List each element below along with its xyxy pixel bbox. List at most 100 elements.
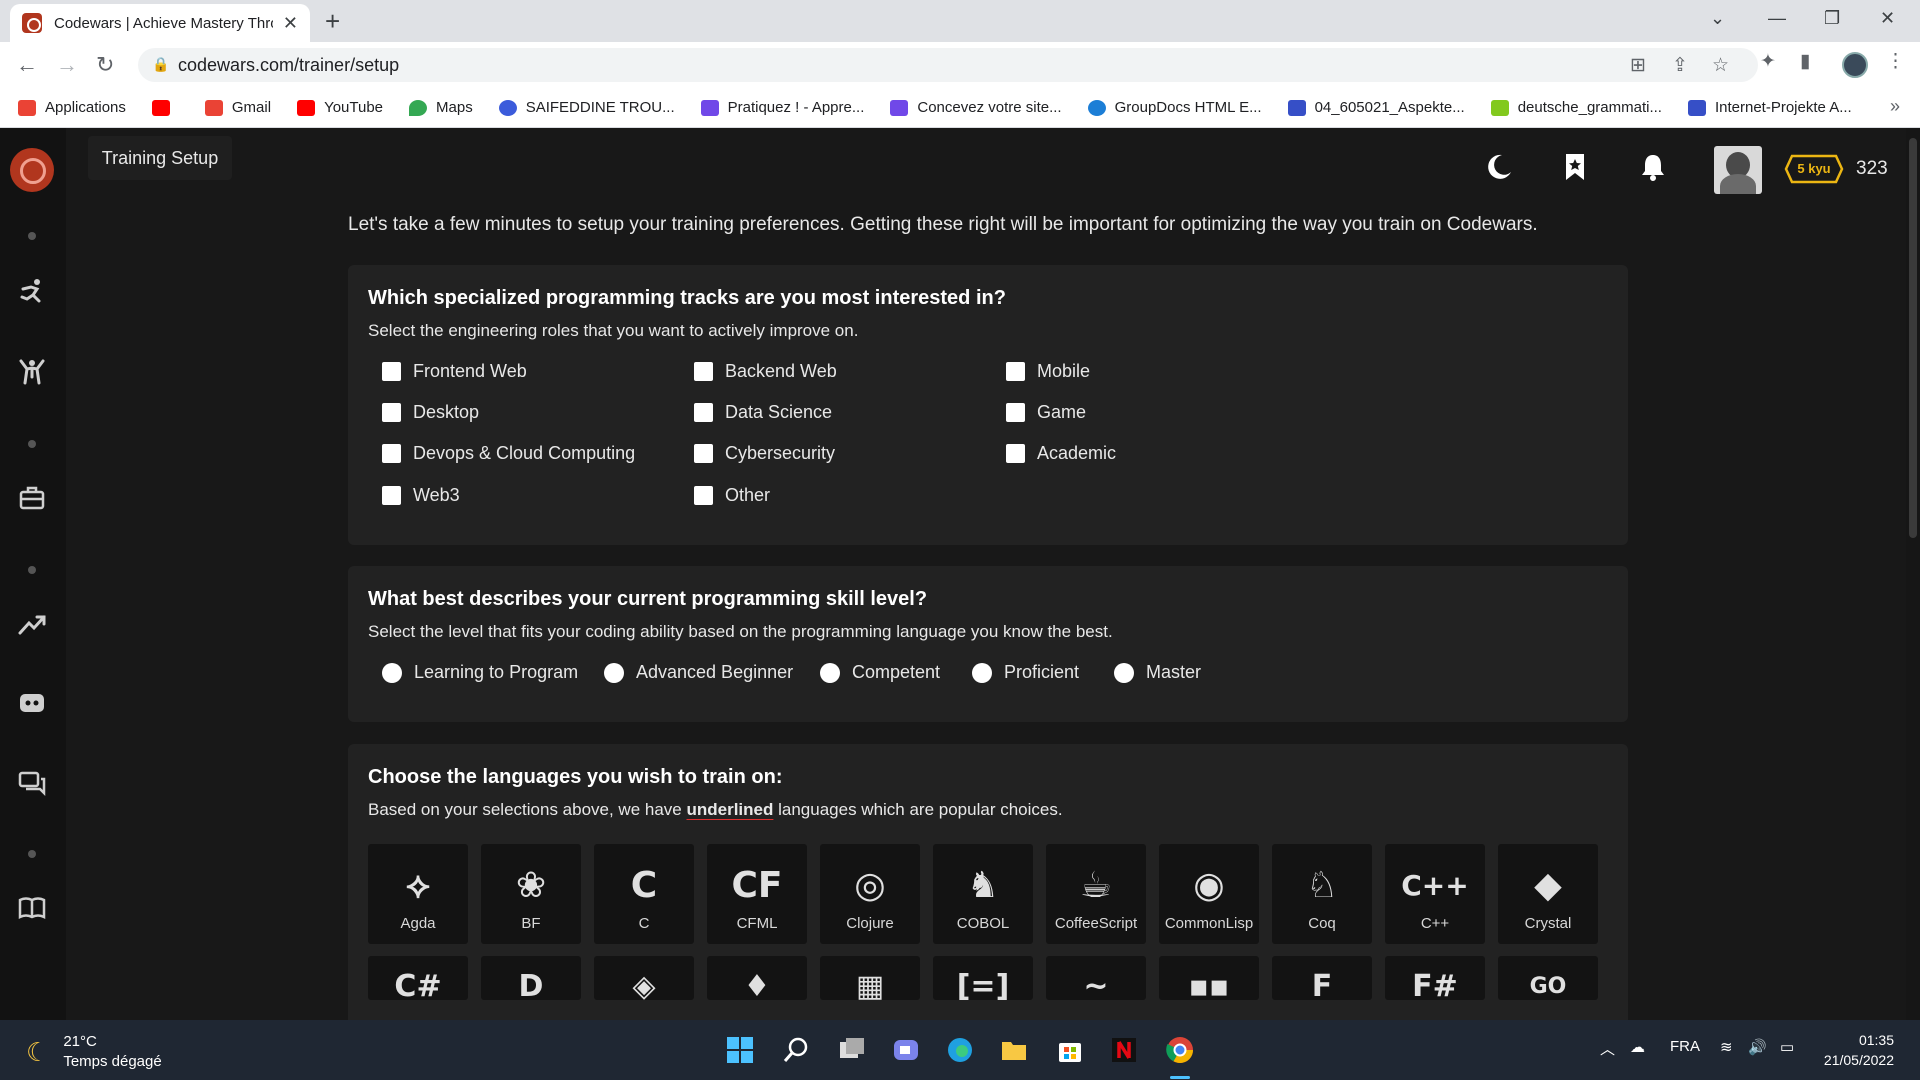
- track-academic[interactable]: Academic: [1006, 443, 1116, 464]
- bookmarks-icon[interactable]: [1560, 152, 1590, 182]
- bookmark-concevez[interactable]: Concevez votre site...: [890, 99, 1062, 116]
- language-factor[interactable]: ~: [1046, 956, 1146, 1000]
- language-bf[interactable]: ❀ BF: [481, 844, 581, 944]
- language-elixir[interactable]: ♦: [707, 956, 807, 1000]
- restore-button[interactable]: ❐: [1824, 8, 1840, 29]
- discord-icon[interactable]: [14, 686, 50, 722]
- page-scrollbar[interactable]: [1906, 128, 1920, 1020]
- checkbox[interactable]: [382, 362, 401, 381]
- bookmark-grammatik[interactable]: deutsche_grammati...: [1490, 99, 1662, 116]
- browser-tab[interactable]: Codewars | Achieve Mastery Thro ✕: [10, 4, 310, 42]
- checkbox[interactable]: [382, 486, 401, 505]
- briefcase-icon[interactable]: [14, 480, 50, 516]
- track-desktop[interactable]: Desktop: [382, 402, 479, 423]
- bookmark-gmail[interactable]: Gmail: [204, 99, 271, 116]
- track-devops[interactable]: Devops & Cloud Computing: [382, 443, 635, 464]
- edge-browser-icon[interactable]: [944, 1034, 976, 1066]
- bookmark-internet-projekte[interactable]: Internet-Projekte A...: [1687, 99, 1852, 116]
- onedrive-cloud-icon[interactable]: ☁: [1630, 1038, 1645, 1056]
- bookmark-youtube-short[interactable]: [151, 99, 179, 116]
- language-coq[interactable]: ♘ Coq: [1272, 844, 1372, 944]
- wifi-icon[interactable]: ≋: [1720, 1038, 1733, 1056]
- volume-icon[interactable]: 🔊: [1748, 1038, 1767, 1056]
- language-erlang[interactable]: [=]: [933, 956, 1033, 1000]
- language-crystal[interactable]: ◆ Crystal: [1498, 844, 1598, 944]
- language-fsharp[interactable]: F#: [1385, 956, 1485, 1000]
- file-explorer-icon[interactable]: [998, 1034, 1030, 1066]
- share-icon[interactable]: ⇪: [1672, 54, 1688, 77]
- skill-competent[interactable]: Competent: [820, 662, 940, 683]
- user-avatar[interactable]: [1714, 146, 1762, 194]
- language-c[interactable]: CC: [594, 844, 694, 944]
- forward-icon[interactable]: →: [56, 52, 78, 78]
- new-tab-button[interactable]: +: [325, 6, 340, 37]
- language-fortran[interactable]: F: [1272, 956, 1372, 1000]
- search-icon[interactable]: [780, 1034, 812, 1066]
- checkbox[interactable]: [1006, 444, 1025, 463]
- discussion-icon[interactable]: [14, 766, 50, 802]
- checkbox[interactable]: [694, 444, 713, 463]
- track-game[interactable]: Game: [1006, 402, 1086, 423]
- track-frontend-web[interactable]: Frontend Web: [382, 361, 527, 382]
- language-forth[interactable]: ▪▪: [1159, 956, 1259, 1000]
- translate-icon[interactable]: ⊞: [1630, 54, 1646, 77]
- track-mobile[interactable]: Mobile: [1006, 361, 1090, 382]
- docs-book-icon[interactable]: [14, 890, 50, 926]
- language-d[interactable]: D: [481, 956, 581, 1000]
- track-cybersecurity[interactable]: Cybersecurity: [694, 443, 835, 464]
- dark-mode-moon-icon[interactable]: [1484, 152, 1514, 182]
- tab-search-icon[interactable]: ⌄: [1710, 8, 1725, 29]
- radio-button[interactable]: [1114, 662, 1134, 683]
- checkbox[interactable]: [1006, 403, 1025, 422]
- language-coffeescript[interactable]: ☕ CoffeeScript: [1046, 844, 1146, 944]
- address-bar[interactable]: 🔒 codewars.com/trainer/setup ⊞ ⇪ ☆: [138, 48, 1758, 82]
- language-clojure[interactable]: ◎ Clojure: [820, 844, 920, 944]
- bookmark-saifeddine[interactable]: SAIFEDDINE TROU...: [498, 99, 675, 116]
- lock-icon[interactable]: 🔒: [152, 56, 169, 73]
- skill-advanced-beginner[interactable]: Advanced Beginner: [604, 662, 793, 683]
- track-other[interactable]: Other: [694, 485, 770, 506]
- track-backend-web[interactable]: Backend Web: [694, 361, 837, 382]
- battery-icon[interactable]: ▭: [1780, 1038, 1794, 1056]
- extensions-icon[interactable]: ✦: [1760, 50, 1776, 73]
- notifications-bell-icon[interactable]: [1638, 152, 1668, 182]
- input-language[interactable]: FRA: [1670, 1038, 1700, 1055]
- language-agda[interactable]: ⟡ Agda: [368, 844, 468, 944]
- language-cfml[interactable]: CF CFML: [707, 844, 807, 944]
- language-cobol[interactable]: ♞ COBOL: [933, 844, 1033, 944]
- language-elm[interactable]: ▦: [820, 956, 920, 1000]
- language-go[interactable]: GO: [1498, 956, 1598, 1000]
- task-view-icon[interactable]: [836, 1034, 868, 1066]
- netflix-icon[interactable]: [1108, 1034, 1140, 1066]
- codewars-logo-icon[interactable]: [10, 148, 54, 192]
- windows-start-icon[interactable]: [724, 1034, 756, 1066]
- leaderboard-trend-icon[interactable]: [14, 606, 50, 642]
- language-cpp[interactable]: C++ C++: [1385, 844, 1485, 944]
- minimize-button[interactable]: —: [1768, 8, 1786, 29]
- language-dart[interactable]: ◈: [594, 956, 694, 1000]
- radio-button[interactable]: [972, 662, 992, 683]
- skill-master[interactable]: Master: [1114, 662, 1201, 683]
- teams-chat-icon[interactable]: [890, 1034, 922, 1066]
- microsoft-store-icon[interactable]: [1054, 1034, 1086, 1066]
- bookmark-youtube[interactable]: YouTube: [297, 99, 383, 116]
- side-panel-icon[interactable]: ▮: [1800, 50, 1810, 73]
- bookmark-pratiquez[interactable]: Pratiquez ! - Appre...: [700, 99, 864, 116]
- practice-icon[interactable]: [14, 354, 50, 390]
- bookmark-star-icon[interactable]: ☆: [1712, 54, 1729, 77]
- checkbox[interactable]: [694, 403, 713, 422]
- bookmark-groupdocs[interactable]: GroupDocs HTML E...: [1087, 99, 1262, 116]
- chrome-icon[interactable]: [1164, 1034, 1196, 1066]
- reload-icon[interactable]: ↻: [96, 52, 114, 78]
- profile-avatar[interactable]: [1842, 52, 1868, 78]
- close-tab-icon[interactable]: ✕: [283, 13, 298, 34]
- language-commonlisp[interactable]: ◉ CommonLisp: [1159, 844, 1259, 944]
- bookmark-maps[interactable]: Maps: [409, 99, 473, 116]
- language-csharp[interactable]: C#: [368, 956, 468, 1000]
- track-data-science[interactable]: Data Science: [694, 402, 832, 423]
- bookmark-apps[interactable]: Applications: [18, 99, 126, 116]
- scrollbar-thumb[interactable]: [1909, 138, 1917, 538]
- radio-button[interactable]: [820, 662, 840, 683]
- skill-proficient[interactable]: Proficient: [972, 662, 1079, 683]
- checkbox[interactable]: [694, 486, 713, 505]
